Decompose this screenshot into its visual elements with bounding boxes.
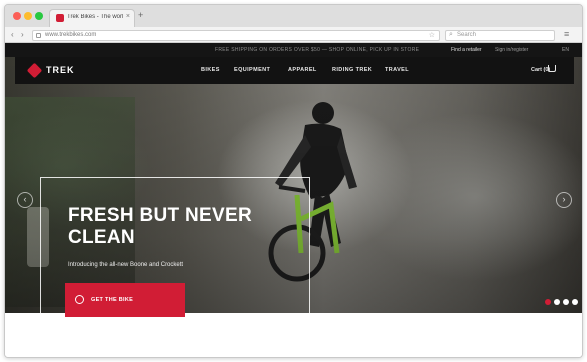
carousel-dot-3[interactable] <box>563 299 569 305</box>
web-page: FREE SHIPPING ON ORDERS OVER $50 — SHOP … <box>5 43 582 357</box>
cta-circle-icon <box>75 295 84 304</box>
main-navigation: TREK BIKES EQUIPMENT APPAREL RIDING TREK… <box>15 57 574 84</box>
window-maximize-button[interactable] <box>35 12 43 20</box>
browser-window: Trek Bikes - The world's best... × + ‹ ›… <box>4 4 583 358</box>
window-close-button[interactable] <box>13 12 21 20</box>
carousel-dots <box>545 299 579 307</box>
favicon-icon <box>56 14 64 22</box>
get-the-bike-button[interactable]: GET THE BIKE <box>65 283 185 317</box>
sign-in-link[interactable]: Sign in/register <box>495 47 528 53</box>
nav-item-bikes[interactable]: BIKES <box>201 67 220 73</box>
lock-icon <box>36 33 41 38</box>
promo-bar: FREE SHIPPING ON ORDERS OVER $50 — SHOP … <box>5 43 582 57</box>
trek-logo[interactable]: TREK <box>46 65 75 75</box>
find-retailer-link[interactable]: Find a retailer <box>451 47 482 53</box>
cart-icon[interactable] <box>548 65 556 72</box>
new-tab-button[interactable]: + <box>138 11 143 20</box>
tab-close-icon[interactable]: × <box>126 13 130 20</box>
search-placeholder: Search <box>457 32 477 38</box>
trek-logo-icon[interactable] <box>26 62 43 79</box>
browser-toolbar: ‹ › www.trekbikes.com ☆ ⌕ Search ≡ <box>5 27 582 43</box>
tab-title: Trek Bikes - The world's best... <box>67 14 123 20</box>
nav-item-travel[interactable]: TRAVEL <box>385 67 409 73</box>
hero-headline: FRESH BUT NEVER CLEAN <box>68 205 252 248</box>
carousel-dot-1[interactable] <box>545 299 551 305</box>
address-bar[interactable]: www.trekbikes.com ☆ <box>32 30 440 41</box>
bookmark-star-icon[interactable]: ☆ <box>429 31 435 39</box>
tab-bar: Trek Bikes - The world's best... × + <box>5 5 582 27</box>
browser-tab[interactable]: Trek Bikes - The world's best... × <box>49 9 135 27</box>
hero-subhead: Introducing the all-new Boone and Crocke… <box>68 262 184 268</box>
back-button[interactable]: ‹ <box>11 30 14 39</box>
promo-text: FREE SHIPPING ON ORDERS OVER $50 — SHOP … <box>215 47 420 53</box>
browser-search-input[interactable]: ⌕ Search <box>445 30 555 41</box>
window-minimize-button[interactable] <box>24 12 32 20</box>
nav-item-equipment[interactable]: EQUIPMENT <box>234 67 270 73</box>
language-link[interactable]: EN <box>562 47 569 53</box>
browser-menu-button[interactable]: ≡ <box>564 29 569 39</box>
nav-item-apparel[interactable]: APPAREL <box>288 67 317 73</box>
nav-item-riding-trek[interactable]: RIDING TREK <box>332 67 372 73</box>
search-icon: ⌕ <box>449 31 453 38</box>
cta-label: GET THE BIKE <box>91 297 134 303</box>
address-text: www.trekbikes.com <box>45 32 97 38</box>
carousel-next-button[interactable]: › <box>556 192 572 208</box>
carousel-dot-4[interactable] <box>572 299 578 305</box>
forward-button[interactable]: › <box>21 30 24 39</box>
carousel-prev-button[interactable]: ‹ <box>17 192 33 208</box>
carousel-dot-2[interactable] <box>554 299 560 305</box>
